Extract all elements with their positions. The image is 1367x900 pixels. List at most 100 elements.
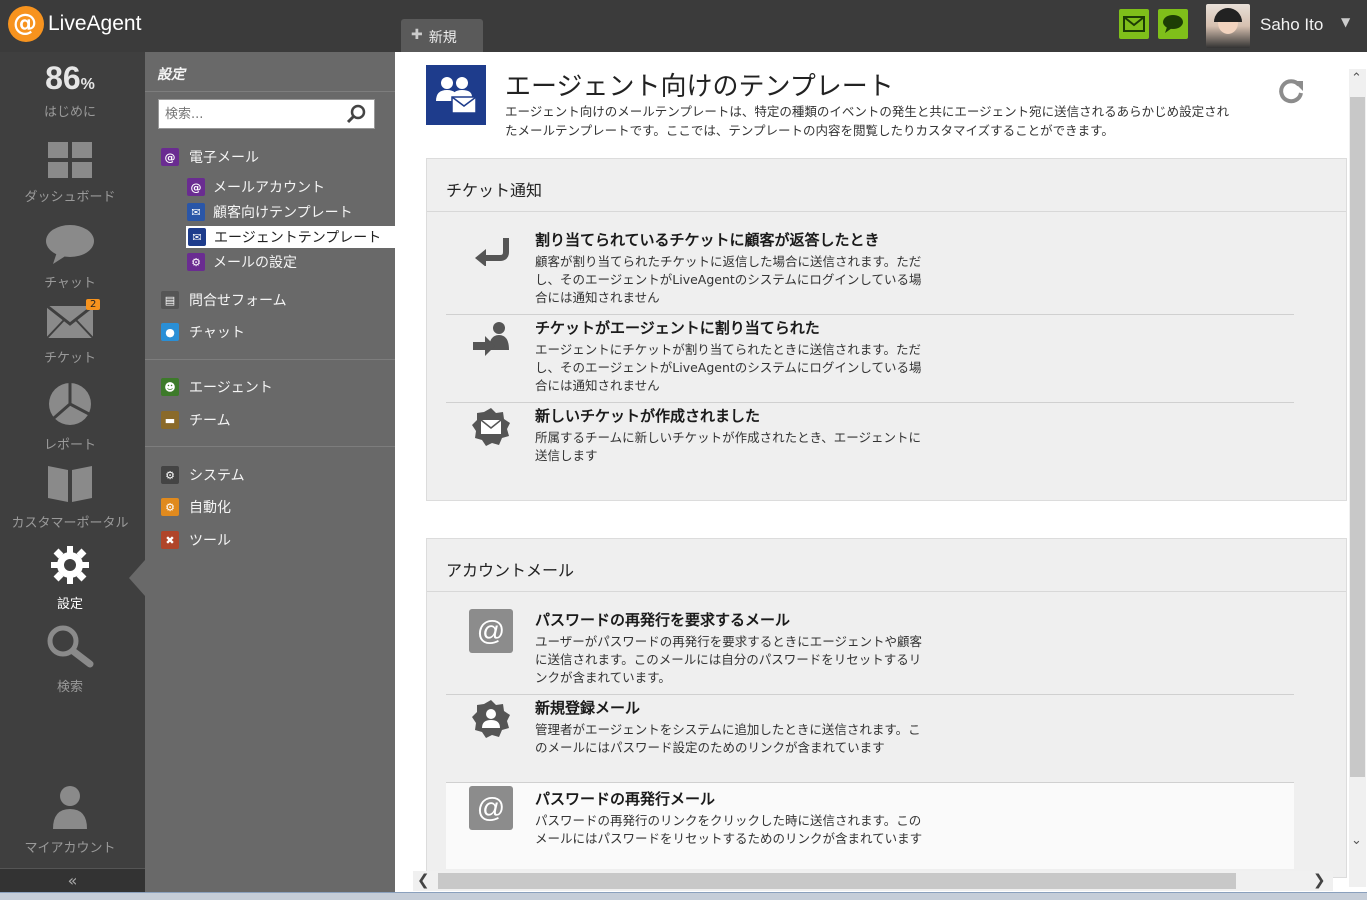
template-title[interactable]: パスワードの再発行を要求するメール [535, 609, 790, 630]
scroll-down-icon[interactable]: ⌄ [1351, 833, 1362, 848]
template-title[interactable]: 新規登録メール [535, 697, 640, 718]
template-title[interactable]: 新しいチケットが作成されました [535, 405, 760, 426]
menu-mail-accounts[interactable]: @ メールアカウント [187, 176, 325, 198]
template-row[interactable]: 新規登録メール 管理者がエージェントをシステムに追加したときに送信されます。この… [446, 697, 1294, 777]
page-description: エージェント向けのメールテンプレートは、特定の種類のイベントの発生と共にエージェ… [505, 104, 1230, 138]
top-bar: @ LiveAgent ✚ 新規 Saho Ito ▼ [0, 0, 1367, 52]
nav-label: カスタマーポータル [11, 516, 129, 531]
nav-label: ダッシュボード [24, 190, 116, 205]
plus-icon: ✚ [411, 27, 423, 43]
vertical-scrollbar[interactable]: ⌃ ⌄ [1349, 69, 1366, 887]
divider [446, 314, 1294, 315]
template-description: 顧客が割り当てられたチケットに返信した場合に送信されます。ただし、そのエージェン… [535, 254, 922, 305]
settings-search-input[interactable] [165, 101, 335, 127]
customer-template-icon: ✉ [187, 203, 205, 221]
form-icon: ▤ [161, 291, 179, 309]
settings-search [158, 99, 375, 129]
template-row[interactable]: 割り当てられているチケットに顧客が返答したとき 顧客が割り当てられたチケットに返… [446, 229, 1294, 309]
nav-label: はじめに [43, 105, 96, 120]
scroll-left-icon[interactable]: ❮ [417, 871, 430, 889]
menu-label: メールの設定 [213, 255, 297, 271]
nav-my-account[interactable]: マイアカウント [0, 785, 140, 856]
template-row[interactable]: @ パスワードの再発行を要求するメール ユーザーがパスワードの再発行を要求すると… [446, 609, 1294, 689]
horizontal-scrollbar[interactable]: ❮ ❯ [413, 871, 1333, 891]
user-avatar[interactable] [1206, 4, 1250, 48]
menu-contact-forms[interactable]: ▤ 問合せフォーム [161, 289, 287, 311]
template-row[interactable]: @ パスワードの再発行メール パスワードの再発行のリンクをクリックした時に送信さ… [446, 783, 1294, 869]
menu-agent-templates[interactable]: ✉ エージェントテンプレート [186, 226, 395, 248]
main-content: エージェント向けのテンプレート エージェント向けのメールテンプレートは、特定の種… [395, 52, 1367, 892]
ticket-count-badge: 2 [86, 299, 101, 310]
chevron-down-icon[interactable]: ▼ [1341, 15, 1350, 29]
menu-label: ツール [189, 533, 231, 549]
scroll-thumb[interactable] [438, 873, 1236, 889]
nav-label: レポート [43, 438, 96, 453]
nav-chat[interactable]: チャット [0, 224, 140, 291]
collapse-nav-button[interactable]: « [0, 868, 145, 892]
tools-icon: ✖ [161, 531, 179, 549]
menu-mail-settings[interactable]: ⚙ メールの設定 [187, 251, 297, 273]
scroll-right-icon[interactable]: ❯ [1313, 871, 1326, 889]
book-icon [48, 466, 92, 502]
nav-customer-portal[interactable]: カスタマーポータル [0, 464, 140, 531]
nav-label: 検索 [56, 680, 83, 695]
nav-settings[interactable]: 設定 [0, 545, 140, 612]
mail-account-icon: @ [187, 178, 205, 196]
magnifier-icon[interactable] [346, 104, 366, 124]
nav-getting-started[interactable]: 86% はじめに [0, 60, 140, 120]
mail-notification-button[interactable] [1119, 9, 1149, 39]
new-ticket-badge-icon [469, 405, 513, 449]
active-indicator [129, 560, 145, 596]
menu-tools[interactable]: ✖ ツール [161, 529, 231, 551]
scroll-thumb[interactable] [1350, 97, 1365, 777]
section-title: チケット通知 [427, 159, 1346, 212]
template-description: ユーザーがパスワードの再発行を要求するときにエージェントや顧客に送信されます。こ… [535, 634, 923, 685]
new-user-badge-icon [469, 697, 513, 741]
chat-icon: ● [161, 323, 179, 341]
nav-label: チャット [44, 276, 96, 291]
page-title: エージェント向けのテンプレート [505, 72, 894, 102]
envelope-icon [46, 304, 94, 339]
new-tab-label: 新規 [428, 30, 457, 46]
folder-icon: ▬ [161, 411, 179, 429]
template-row[interactable]: 新しいチケットが作成されました 所属するチームに新しいチケットが作成されたとき、… [446, 405, 1294, 485]
new-tab-button[interactable]: ✚ 新規 [401, 19, 483, 52]
progress-percentage: 86% [45, 60, 95, 96]
template-description: パスワードの再発行のリンクをクリックした時に送信されます。このメールにはパスワー… [535, 813, 923, 846]
nav-search[interactable]: 検索 [0, 624, 140, 695]
menu-automation[interactable]: ⚙ 自動化 [161, 496, 231, 518]
user-name[interactable]: Saho Ito [1260, 15, 1323, 35]
menu-customer-templates[interactable]: ✉ 顧客向けテンプレート [187, 201, 353, 223]
nav-reports[interactable]: レポート [0, 382, 140, 453]
nav-tickets[interactable]: 2 チケット [0, 299, 140, 366]
nav-dashboard[interactable]: ダッシュボード [0, 142, 140, 205]
mail-icon [1123, 16, 1145, 32]
menu-system[interactable]: ⚙ システム [161, 464, 245, 486]
automation-icon: ⚙ [161, 498, 179, 516]
menu-label: エージェント [189, 380, 273, 396]
template-title[interactable]: 割り当てられているチケットに顧客が返答したとき [535, 229, 880, 250]
template-title[interactable]: パスワードの再発行メール [535, 788, 715, 809]
menu-agents[interactable]: ☻ エージェント [161, 376, 273, 398]
main-navigation: 86% はじめに ダッシュボード チャット 2 チケット レポート カスタマーポ… [0, 52, 145, 892]
settings-title: 設定 [157, 67, 185, 83]
chat-notification-button[interactable] [1158, 9, 1188, 39]
app-name: LiveAgent [48, 12, 142, 35]
agents-icon: ☻ [161, 378, 179, 396]
menu-teams[interactable]: ▬ チーム [161, 409, 231, 431]
template-row[interactable]: チケットがエージェントに割り当てられた エージェントにチケットが割り当てられたと… [446, 317, 1294, 397]
menu-email[interactable]: @ 電子メール [161, 146, 259, 168]
template-title[interactable]: チケットがエージェントに割り当てられた [535, 317, 820, 338]
nav-label: チケット [43, 351, 96, 366]
mail-settings-icon: ⚙ [187, 253, 205, 271]
search-icon [47, 625, 94, 668]
scroll-up-icon[interactable]: ⌃ [1351, 71, 1362, 86]
menu-chat[interactable]: ● チャット [161, 321, 245, 343]
menu-label: システム [189, 468, 245, 484]
refresh-icon[interactable] [1277, 77, 1305, 105]
agents-mail-icon [426, 65, 486, 125]
menu-label: 電子メール [189, 150, 259, 166]
menu-label: エージェントテンプレート [214, 230, 382, 246]
app-logo[interactable]: @ LiveAgent [8, 6, 141, 42]
nav-label: マイアカウント [24, 841, 116, 856]
